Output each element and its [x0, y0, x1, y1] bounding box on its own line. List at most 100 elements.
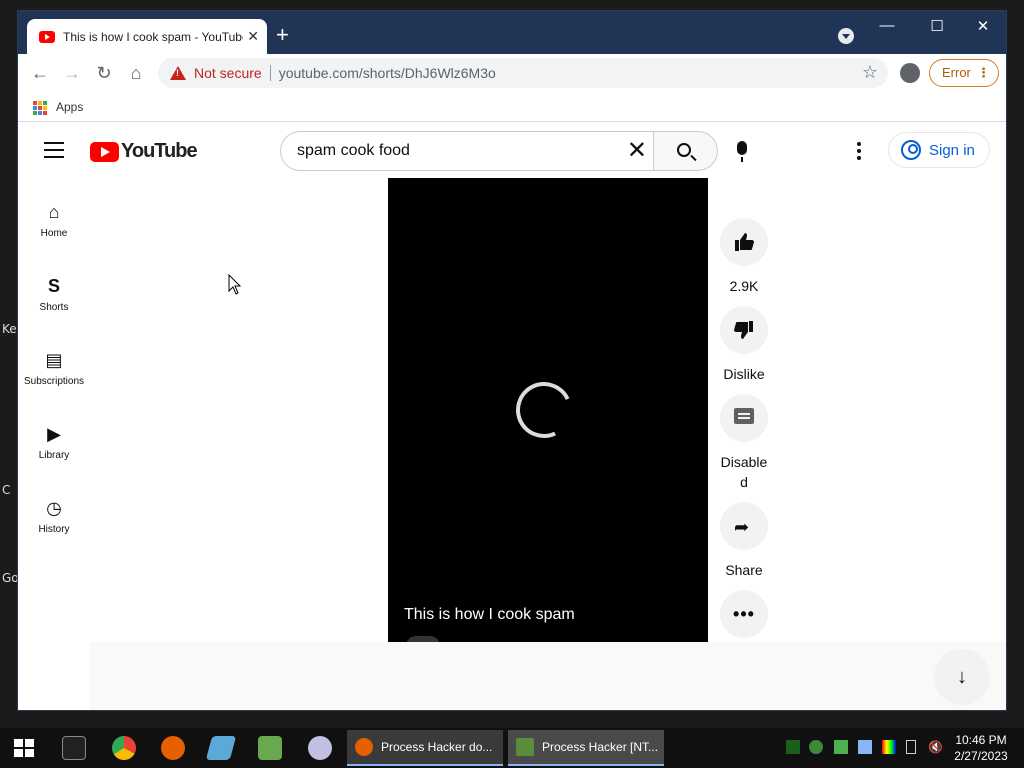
settings-menu-icon[interactable]: [857, 142, 861, 163]
video-title[interactable]: This is how I cook spam: [404, 606, 575, 624]
thumbs-down-icon: [734, 321, 753, 339]
search-button[interactable]: [654, 131, 718, 171]
history-icon: ◷: [46, 498, 62, 518]
comments-button[interactable]: [720, 394, 768, 442]
guide-label-subscriptions: Subscriptions: [23, 376, 85, 387]
youtube-wordmark: YouTube: [121, 140, 198, 162]
guide-menu-icon[interactable]: [44, 142, 64, 158]
clear-search-icon[interactable]: ✕: [627, 136, 647, 165]
shorts-video-player[interactable]: This is how I cook spam: [388, 178, 708, 646]
desktop-label-1: Ke: [2, 322, 17, 336]
task-label-1: Process Hacker do...: [381, 740, 493, 754]
maximize-button[interactable]: ☐: [914, 17, 960, 35]
forward-button[interactable]: →: [60, 62, 84, 86]
network-icon[interactable]: [858, 740, 872, 754]
clock-date: 2/27/2023: [954, 749, 1008, 763]
guide-item-home[interactable]: ⌂ Home: [18, 200, 90, 239]
browser-toolbar: ← → ↻ ⌂ Not secure youtube.com/shorts/Dh…: [18, 54, 1006, 92]
warning-icon[interactable]: [170, 66, 186, 80]
search-icon: [677, 143, 691, 157]
comments-disabled-label: Disable d: [720, 454, 768, 490]
dislike-label: Dislike: [723, 366, 765, 382]
chrome-icon[interactable]: [112, 736, 136, 760]
desktop-label-2: C: [2, 483, 11, 497]
spreadsheet-icon[interactable]: [258, 736, 282, 760]
taskbar-processhacker-task[interactable]: Process Hacker [NT...: [508, 730, 664, 766]
guide-item-library[interactable]: ▶ Library: [18, 422, 90, 461]
like-button[interactable]: [720, 218, 768, 266]
taskbar: Process Hacker do... Process Hacker [NT.…: [0, 728, 1024, 768]
voice-search-icon[interactable]: [737, 141, 747, 162]
bookmarks-bar: Apps: [18, 92, 1006, 122]
new-tab-button[interactable]: +: [276, 24, 289, 46]
tab-close-icon[interactable]: ✕: [247, 28, 259, 45]
home-button[interactable]: ⌂: [124, 62, 148, 86]
sign-in-label: Sign in: [929, 141, 975, 159]
process-hacker-icon: [516, 738, 534, 756]
tab-search-icon[interactable]: [838, 28, 854, 44]
reload-button[interactable]: ↻: [92, 62, 116, 86]
usb-icon[interactable]: [906, 740, 916, 754]
next-video-strip: [90, 642, 1006, 710]
color-tray-icon[interactable]: [882, 740, 896, 754]
share-action[interactable]: ➦ Share: [718, 502, 770, 580]
dislike-button[interactable]: [720, 306, 768, 354]
tray-graph-icon[interactable]: [834, 740, 848, 754]
task-label-2: Process Hacker [NT...: [542, 740, 659, 754]
more-button[interactable]: •••: [720, 590, 768, 638]
like-action[interactable]: 2.9K: [718, 218, 770, 296]
browser-window: This is how I cook spam - YouTube ✕ + — …: [17, 10, 1007, 711]
guide-item-shorts[interactable]: S Shorts: [18, 274, 90, 313]
thumbs-up-icon: [735, 233, 754, 251]
shorts-icon: S: [47, 276, 60, 296]
more-actions[interactable]: •••: [718, 590, 770, 638]
guide-label-history: History: [38, 524, 70, 535]
cpu-graph-icon[interactable]: [786, 740, 800, 754]
dislike-action[interactable]: Dislike: [718, 306, 770, 384]
apps-bookmark[interactable]: Apps: [56, 100, 83, 114]
share-button[interactable]: ➦: [720, 502, 768, 550]
home-icon: ⌂: [48, 202, 60, 222]
comment-icon: [734, 408, 754, 424]
tray-app-icon[interactable]: [809, 740, 823, 754]
comments-action[interactable]: Disable d: [718, 394, 770, 492]
url-text[interactable]: youtube.com/shorts/DhJ6Wlz6M3o: [279, 65, 496, 81]
close-window-button[interactable]: ✕: [960, 17, 1006, 35]
guide-label-home: Home: [40, 228, 68, 239]
guide-item-history[interactable]: ◷ History: [18, 496, 90, 535]
search-input[interactable]: spam cook food ✕: [280, 131, 654, 171]
youtube-play-icon: [90, 141, 119, 162]
youtube-logo[interactable]: YouTube: [90, 140, 198, 163]
firefox-icon[interactable]: [161, 736, 185, 760]
loading-spinner-icon: [508, 374, 580, 446]
back-button[interactable]: ←: [28, 62, 52, 86]
apps-grid-icon[interactable]: [33, 101, 47, 115]
volume-muted-icon[interactable]: 🔇: [928, 740, 943, 754]
library-icon: ▶: [47, 424, 61, 444]
system-clock[interactable]: 10:46 PM 2/27/2023: [948, 732, 1014, 764]
browser-menu-icon[interactable]: ⋮: [977, 60, 990, 86]
terminal-icon[interactable]: [62, 736, 86, 760]
guide-label-library: Library: [38, 450, 70, 461]
paint-icon[interactable]: [308, 736, 332, 760]
taskbar-firefox-task[interactable]: Process Hacker do...: [347, 730, 503, 766]
guide-item-subscriptions[interactable]: ▤ Subscriptions: [18, 348, 90, 387]
tab-title: This is how I cook spam - YouTube: [63, 29, 244, 44]
bookmark-star-icon[interactable]: ☆: [862, 62, 878, 83]
address-bar[interactable]: Not secure youtube.com/shorts/DhJ6Wlz6M3…: [158, 58, 888, 88]
guide-label-shorts: Shorts: [39, 302, 69, 313]
search-query: spam cook food: [297, 142, 410, 159]
guide-sidebar: ⌂ Home S Shorts ▤ Subscriptions ▶ Librar…: [18, 178, 90, 710]
start-button[interactable]: [14, 739, 34, 757]
profile-avatar-icon[interactable]: [900, 63, 920, 83]
youtube-page: YouTube spam cook food ✕ Sign in ⌂ Home: [18, 122, 1006, 710]
browser-tab[interactable]: This is how I cook spam - YouTube ✕: [27, 19, 267, 54]
notepad-icon[interactable]: [205, 736, 237, 760]
next-short-button[interactable]: ↓: [934, 649, 990, 705]
sign-in-button[interactable]: Sign in: [888, 132, 990, 168]
minimize-button[interactable]: —: [864, 17, 910, 34]
error-button[interactable]: Error ⋮: [929, 59, 999, 87]
mouse-cursor-icon: [228, 274, 242, 295]
not-secure-label[interactable]: Not secure: [194, 65, 262, 81]
share-label: Share: [725, 562, 763, 578]
